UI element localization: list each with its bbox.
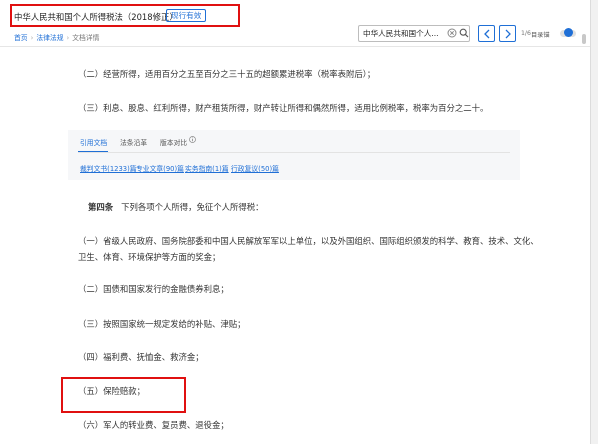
info-icon <box>189 136 196 143</box>
document-page: 中华人民共和国个人所得税法（2018修正） 现行有效 首页 › 法律法规 › 文档详情 <box>0 0 591 444</box>
exemption-item: （二）国债和国家发行的金融债券利息； <box>78 284 229 294</box>
search-input[interactable] <box>363 27 445 40</box>
exemption-item: （四）福利费、抚恤金、救济金； <box>78 352 204 362</box>
document-header: 中华人民共和国个人所得税法（2018修正） 现行有效 首页 › 法律法规 › 文档详情 <box>0 0 590 47</box>
link-judgments[interactable]: 裁判文书(1233)篇 <box>80 163 137 173</box>
toggle-label: 目录锚 <box>531 32 550 39</box>
article-heading: 第四条 下列各项个人所得，免征个人所得税： <box>88 201 264 213</box>
clear-icon[interactable] <box>447 28 457 38</box>
breadcrumb-laws-link[interactable]: 法律法规 <box>36 34 63 42</box>
breadcrumb-home-link[interactable]: 首页 <box>14 34 28 42</box>
link-articles[interactable]: 专业文章(90)篇 <box>136 163 184 173</box>
paragraph-business-income: （二）经营所得，适用百分之五至百分之三十五的超额累进税率（税率表附后）； <box>78 69 376 79</box>
article-text: 下列各项个人所得，免征个人所得税： <box>121 202 264 212</box>
article-number: 第四条 <box>88 202 114 212</box>
exemption-item-continued: 卫生、体育、环境保护等方面的奖金； <box>78 252 221 262</box>
breadcrumb-separator: › <box>30 34 34 42</box>
exemption-item: （三）按照国家统一规定发给的补贴、津贴； <box>78 319 246 329</box>
insurance-item-highlight-box <box>61 377 186 413</box>
search-box <box>358 25 470 42</box>
link-practice-guides[interactable]: 实务指南(1)篇 <box>185 163 229 173</box>
previous-match-button[interactable] <box>478 25 495 42</box>
tab-version-compare[interactable]: 版本对比 <box>160 137 187 147</box>
link-administrative-review[interactable]: 行政复议(50)篇 <box>231 163 279 173</box>
next-match-button[interactable] <box>499 25 516 42</box>
chevron-right-icon <box>505 29 511 39</box>
breadcrumb-current: 文档详情 <box>72 34 100 42</box>
breadcrumb-separator: › <box>66 34 70 42</box>
match-count: 1/6 <box>521 30 531 37</box>
paragraph-interest-income: （三）利息、股息、红利所得，财产租赁所得，财产转让所得和偶然所得，适用比例税率，… <box>78 103 489 113</box>
scrollbar-thumb[interactable] <box>582 34 586 44</box>
card-divider <box>78 152 510 153</box>
exemption-item: （一）省级人民政府、国务院部委和中国人民解放军军以上单位，以及外国组织、国际组织… <box>78 236 539 246</box>
exemption-item: （六）军人的转业费、复员费、退役金； <box>78 420 229 430</box>
toggle-knob[interactable] <box>564 28 573 37</box>
search-icon[interactable] <box>459 28 469 38</box>
breadcrumb: 首页 › 法律法规 › 文档详情 <box>14 32 99 42</box>
related-info-card: 引用文档 法条沿革 版本对比 裁判文书(1233)篇 专业文章(90)篇 实务指… <box>68 130 520 180</box>
tab-citations[interactable]: 引用文档 <box>80 137 107 147</box>
chevron-left-icon <box>484 29 490 39</box>
title-highlight-box <box>10 4 240 27</box>
tab-history[interactable]: 法条沿革 <box>120 137 147 147</box>
anchor-toggle[interactable] <box>560 28 576 37</box>
